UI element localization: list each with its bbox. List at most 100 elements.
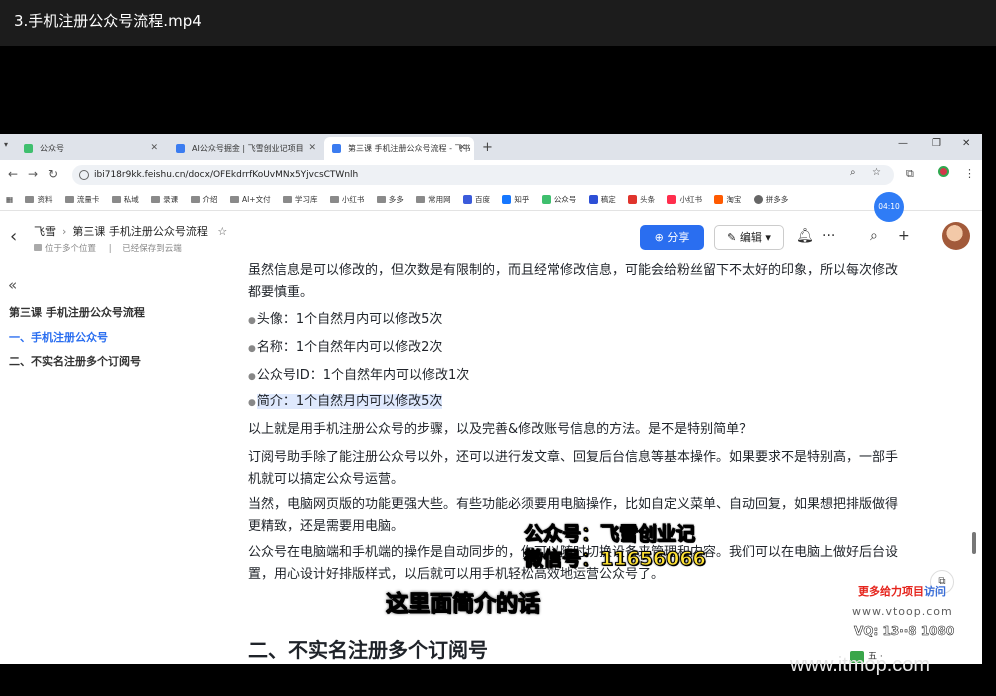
reload-icon[interactable]: ↻ [48,167,58,181]
baidu-icon [463,195,473,204]
tab-search-icon[interactable]: ▾ [4,140,8,149]
gaoding-icon [588,195,598,204]
browser-tab-3[interactable]: 第三课 手机注册公众号流程 - 飞书 ✕ [324,137,474,160]
channel-caption: 公众号：飞雪创业记 微信号：11656066 [524,522,707,572]
paragraph: 虽然信息是可以修改的，但次数是有限制的，而且经常修改信息，可能会给粉丝留下不太好… [248,263,899,300]
menu-kebab-icon[interactable]: ⋮ [964,167,975,180]
screen-recording: ▾ 公众号 ✕ AI公众号掘金 | 飞雪创业记项目 ✕ 第三课 手机注册公众号流… [0,134,982,664]
video-player-title: 3.手机注册公众号流程.mp4 [0,0,996,46]
bell-icon[interactable]: 🔔︎ [796,228,814,244]
bookmark-item[interactable]: 知乎 [502,190,529,210]
bookmark-label: 稿定 [600,195,616,204]
bullet-icon: ● [248,316,256,326]
bookmark-label: 知乎 [514,195,530,204]
window-close-icon[interactable]: ✕ [962,138,970,149]
doc-location[interactable]: 位于多个位置 [45,244,96,254]
bookmark-label: 小红书 [341,195,365,204]
back-chevron-icon[interactable]: ‹ [10,226,17,247]
new-tab-icon[interactable]: + [482,137,493,159]
doc-header: ‹ 飞雪 › 第三课 手机注册公众号流程 ☆ 位于多个位置 | 已经保存到云端 ⊕ … [0,212,982,264]
bookmark-label: AI+文付 [241,195,271,204]
bullet-icon: ● [248,372,256,382]
folder-icon [25,196,35,203]
bookmark-item[interactable]: 淘宝 [714,190,741,210]
edit-label: 编辑 [739,231,762,244]
bookmark-label: 私域 [123,195,139,204]
browser-tab-strip: ▾ 公众号 ✕ AI公众号掘金 | 飞雪创业记项目 ✕ 第三课 手机注册公众号流… [0,134,982,160]
browser-tab-2[interactable]: AI公众号掘金 | 飞雪创业记项目 ✕ [168,137,324,160]
collapse-toc-icon[interactable]: « [8,276,17,294]
wechat-favicon-icon [24,144,33,153]
bookmark-label: 多多 [388,195,404,204]
bookmark-label: 录课 [163,195,179,204]
bookmark-item[interactable]: 录课 [151,190,178,210]
add-icon[interactable]: + [898,228,910,244]
apps-grid-icon[interactable]: ▦ [6,190,13,210]
bookmark-item[interactable]: AI+文付 [229,190,271,210]
section-heading: 二、不实名注册多个订阅号 [248,638,488,662]
wechat-icon [541,195,551,204]
close-icon[interactable]: ✕ [308,137,316,160]
bookmark-item[interactable]: 拼多多 [753,190,788,210]
zoom-icon[interactable]: ⌕ [850,167,856,178]
list-item: ●公众号ID：1个自然年内可以修改1次 [248,365,469,388]
share-button[interactable]: ⊕ 分享 [640,225,704,250]
bookmark-item[interactable]: 小红书 [667,190,702,210]
tab-label: AI公众号掘金 | 飞雪创业记项目 [192,144,304,153]
toutiao-icon [628,195,638,204]
pencil-icon: ✎ [727,231,737,244]
bookmark-item[interactable]: 流量卡 [64,190,100,210]
save-status: 已经保存到云端 [122,244,182,254]
bookmark-item[interactable]: 多多 [376,190,404,210]
toc-item-1[interactable]: 一、手机注册公众号 [9,329,108,345]
scrollbar-thumb[interactable] [972,532,976,554]
bookmark-label: 淘宝 [726,195,742,204]
breadcrumb-root[interactable]: 飞雪 [34,225,56,238]
site-info-icon[interactable] [79,170,89,180]
toc-title[interactable]: 第三课 手机注册公众号流程 [9,304,145,320]
more-icon[interactable]: ··· [822,228,835,244]
favorite-star-icon[interactable]: ☆ [217,225,227,238]
maximize-icon[interactable]: ❐ [932,138,941,149]
url-text[interactable]: ibi718r9kk.feishu.cn/docx/OFEkdrrfKoUvMN… [94,165,358,185]
bookmark-label: 流量卡 [76,195,100,204]
bookmark-item[interactable]: 稿定 [588,190,616,210]
browser-tab-1[interactable]: 公众号 ✕ [16,137,166,160]
profile-icon[interactable] [938,166,949,177]
breadcrumb: 飞雪 › 第三课 手机注册公众号流程 ☆ [34,223,227,239]
promo-link: 访问 [924,585,946,598]
list-item: ●简介：1个自然月内可以修改5次 [248,391,443,414]
bookmark-item[interactable]: 私域 [111,190,139,210]
toc-item-2[interactable]: 二、不实名注册多个订阅号 [9,353,141,369]
feishu-favicon-icon [176,144,185,153]
list-item: ●头像：1个自然月内可以修改5次 [248,309,442,332]
close-icon[interactable]: ✕ [150,137,158,160]
folder-icon [229,196,239,203]
paragraph: 以上就是用手机注册公众号的步骤，以及完善&修改账号信息的方法。是不是特别简单？ [248,422,753,437]
bookmark-item[interactable]: 介绍 [190,190,218,210]
avatar[interactable] [942,222,970,250]
site-watermark: www.itmop.com [790,654,931,676]
doc-title: 第三课 手机注册公众号流程 [72,225,208,238]
bookmark-item[interactable]: 常用网 [416,190,451,210]
globe-icon [753,195,763,204]
bookmark-item[interactable]: 资料 [25,190,52,210]
bookmark-star-icon[interactable]: ☆ [872,167,881,178]
back-arrow-icon[interactable]: ← [8,167,18,181]
close-icon[interactable]: ✕ [458,137,466,160]
zhihu-icon [502,195,512,204]
bookmark-item[interactable]: 头条 [628,190,655,210]
bookmark-item[interactable]: 百度 [463,190,490,210]
edit-mode-button[interactable]: ✎ 编辑 ▾ [714,225,784,250]
minimize-icon[interactable]: — [898,138,908,149]
bookmark-item[interactable]: 小红书 [329,190,365,210]
forward-arrow-icon[interactable]: → [28,167,38,181]
tab-label: 公众号 [40,144,64,153]
address-bar[interactable]: ibi718r9kk.feishu.cn/docx/OFEkdrrfKoUvMN… [72,165,894,185]
watermark-contact: VQ: 13··8 1080 [854,624,955,639]
bookmark-item[interactable]: 公众号 [541,190,576,210]
search-icon[interactable]: ⌕ [870,228,878,244]
watermark-url: www.vtoop.com [852,605,953,618]
extensions-icon[interactable]: ⧉ [906,167,914,181]
bookmark-item[interactable]: 学习库 [282,190,317,210]
